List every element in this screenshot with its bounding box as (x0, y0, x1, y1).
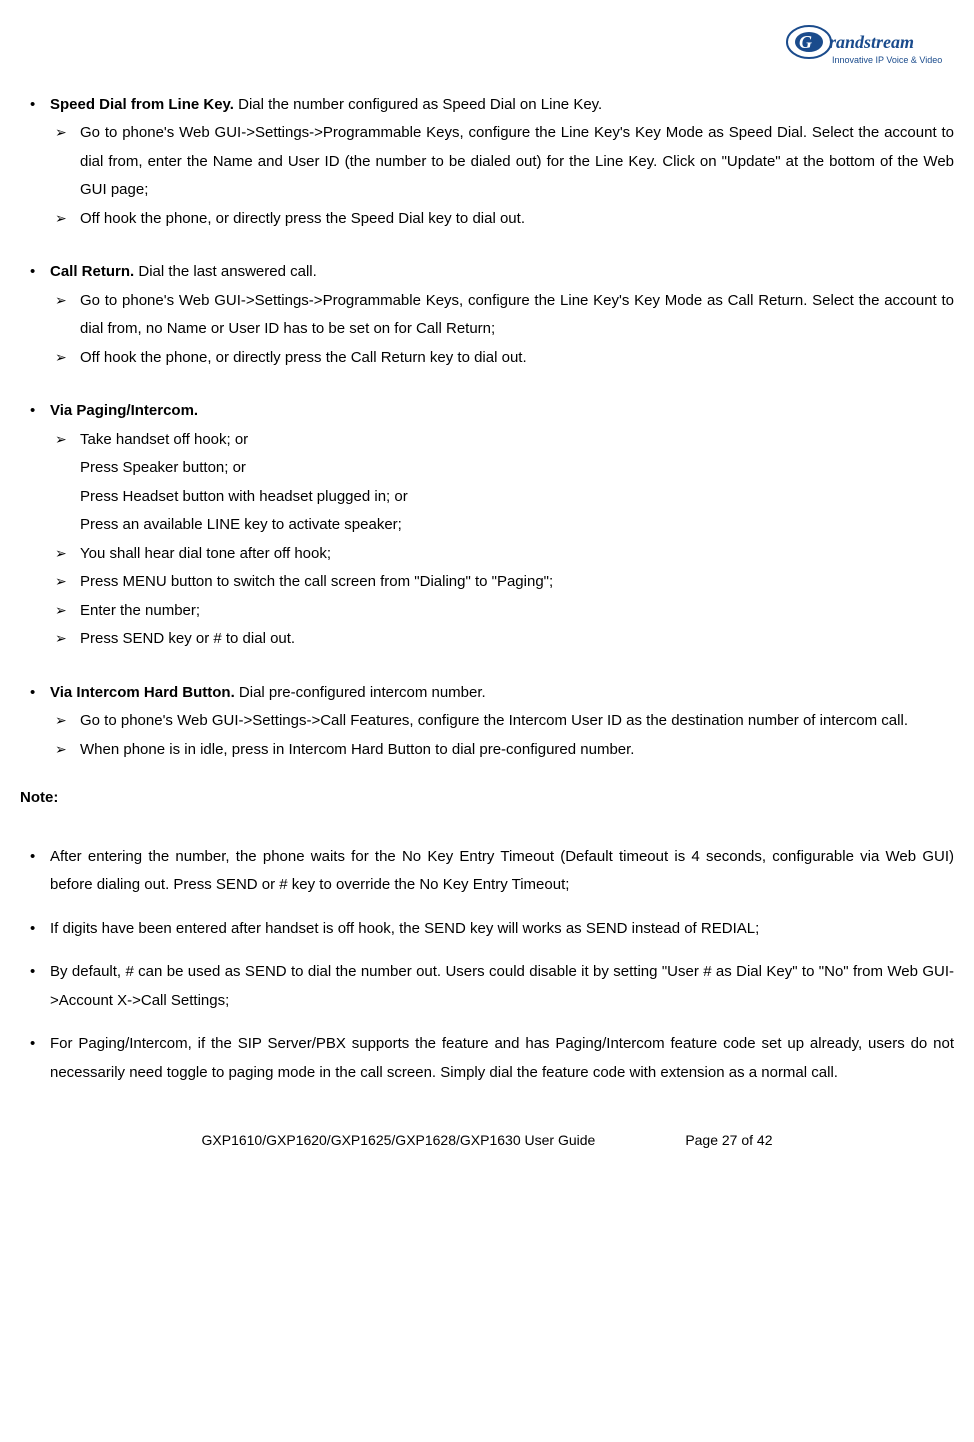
section-title: Speed Dial from Line Key. (50, 96, 234, 113)
main-list: Via Intercom Hard Button. Dial pre-confi… (20, 679, 954, 765)
extra-line: Press Speaker button; or (80, 454, 954, 483)
section-desc: Dial the number configured as Speed Dial… (234, 96, 602, 113)
section-title: Via Paging/Intercom. (50, 402, 198, 419)
sub-item: When phone is in idle, press in Intercom… (50, 736, 954, 765)
footer-page-number: Page 27 of 42 (685, 1127, 772, 1154)
sub-item: Enter the number; (50, 597, 954, 626)
sub-list: Take handset off hook; or Press Speaker … (50, 426, 954, 654)
section-desc: Dial pre-configured intercom number. (235, 684, 486, 701)
sub-item: Go to phone's Web GUI->Settings->Program… (50, 287, 954, 344)
note-item: After entering the number, the phone wai… (20, 843, 954, 900)
sub-text: Take handset off hook; or (80, 431, 248, 448)
svg-text:randstream: randstream (829, 32, 914, 52)
sub-item: Off hook the phone, or directly press th… (50, 205, 954, 234)
note-item: If digits have been entered after handse… (20, 915, 954, 944)
sub-item: Take handset off hook; or Press Speaker … (50, 426, 954, 540)
note-item: By default, # can be used as SEND to dia… (20, 958, 954, 1015)
section-title: Via Intercom Hard Button. (50, 684, 235, 701)
extra-line: Press an available LINE key to activate … (80, 511, 954, 540)
sub-item: Go to phone's Web GUI->Settings->Call Fe… (50, 707, 954, 736)
footer-guide-title: GXP1610/GXP1620/GXP1625/GXP1628/GXP1630 … (202, 1127, 596, 1154)
section-speed-dial: Speed Dial from Line Key. Dial the numbe… (20, 91, 954, 234)
logo-area: G randstream Innovative IP Voice & Video (20, 20, 954, 81)
section-call-return: Call Return. Dial the last answered call… (20, 258, 954, 372)
main-list: Speed Dial from Line Key. Dial the numbe… (20, 91, 954, 234)
note-item: For Paging/Intercom, if the SIP Server/P… (20, 1030, 954, 1087)
grandstream-logo: G randstream Innovative IP Voice & Video (784, 20, 954, 70)
section-title: Call Return. (50, 263, 134, 280)
main-list: Via Paging/Intercom. Take handset off ho… (20, 397, 954, 654)
sub-item: Press SEND key or # to dial out. (50, 625, 954, 654)
sub-item: Off hook the phone, or directly press th… (50, 344, 954, 373)
sub-list: Go to phone's Web GUI->Settings->Program… (50, 287, 954, 373)
note-label: Note: (20, 784, 954, 813)
sub-item: Go to phone's Web GUI->Settings->Program… (50, 119, 954, 205)
section-intercom-hard: Via Intercom Hard Button. Dial pre-confi… (20, 679, 954, 765)
notes-list: After entering the number, the phone wai… (20, 843, 954, 1088)
section-paging: Via Paging/Intercom. Take handset off ho… (20, 397, 954, 654)
main-list: Call Return. Dial the last answered call… (20, 258, 954, 372)
page-footer: GXP1610/GXP1620/GXP1625/GXP1628/GXP1630 … (20, 1127, 954, 1154)
svg-text:Innovative IP Voice & Video: Innovative IP Voice & Video (832, 55, 942, 65)
svg-text:G: G (799, 32, 812, 52)
extra-line: Press Headset button with headset plugge… (80, 483, 954, 512)
sub-item: Press MENU button to switch the call scr… (50, 568, 954, 597)
sub-list: Go to phone's Web GUI->Settings->Program… (50, 119, 954, 233)
sub-item: You shall hear dial tone after off hook; (50, 540, 954, 569)
sub-list: Go to phone's Web GUI->Settings->Call Fe… (50, 707, 954, 764)
section-desc: Dial the last answered call. (134, 263, 317, 280)
